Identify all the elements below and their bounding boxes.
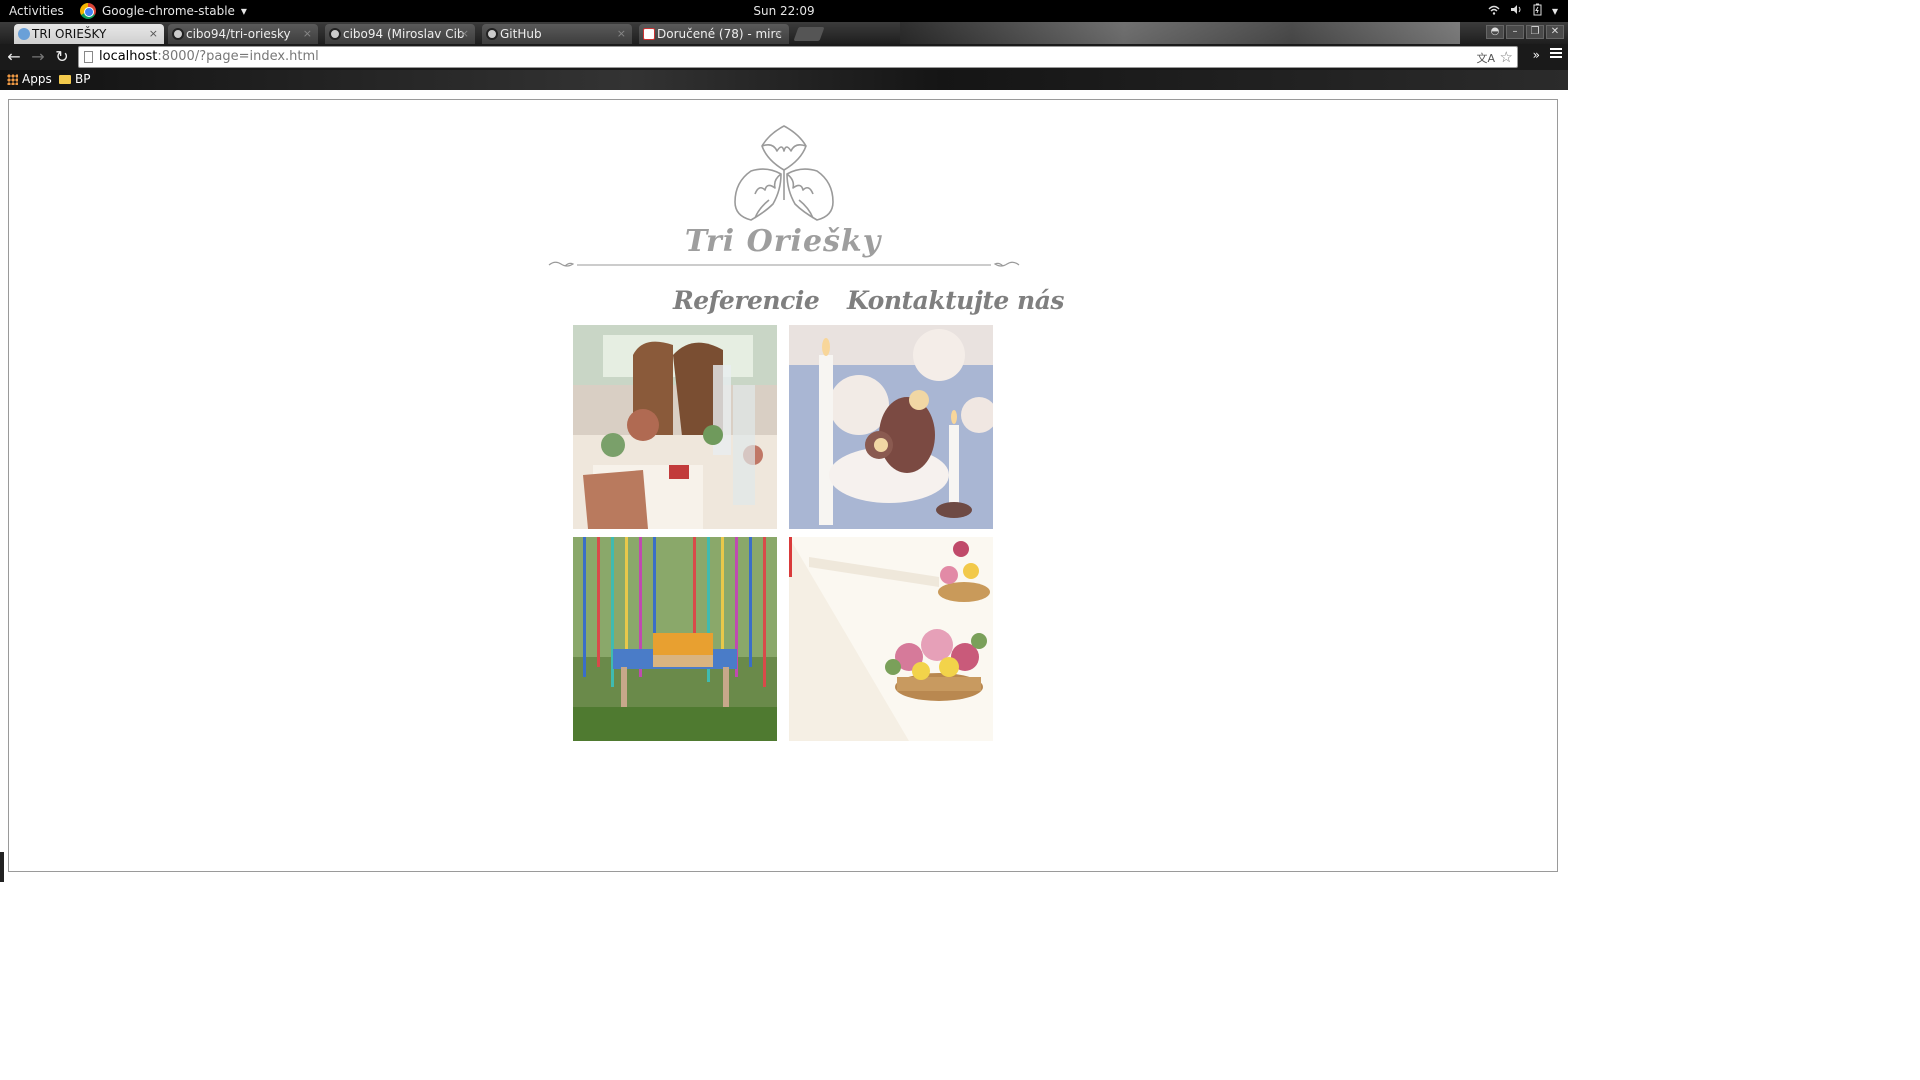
github-icon bbox=[172, 28, 184, 40]
tab-github[interactable]: GitHub × bbox=[482, 24, 632, 44]
gmail-icon bbox=[643, 28, 655, 40]
close-window-button[interactable]: ✕ bbox=[1546, 25, 1564, 39]
tab-tri-oriesky[interactable]: TRI ORIEŠKY × bbox=[14, 24, 164, 44]
forward-button[interactable]: → bbox=[28, 47, 48, 67]
bookmarks-bar: Apps BP bbox=[0, 70, 1568, 90]
reload-button[interactable]: ↻ bbox=[52, 47, 72, 67]
close-tab-icon[interactable]: × bbox=[460, 24, 469, 44]
browser-toolbar: ← → ↻ localhost:8000/?page=index.html 文A… bbox=[0, 44, 1568, 70]
site-title[interactable]: Tri Oriešky bbox=[9, 224, 1557, 259]
tab-title: cibo94/tri-oriesky bbox=[186, 27, 291, 41]
close-tab-icon[interactable]: × bbox=[149, 24, 158, 44]
page-viewport: Tri Oriešky Referencie Kontaktujte nás bbox=[8, 99, 1558, 872]
tab-title: cibo94 (Miroslav Cib bbox=[343, 27, 465, 41]
battery-icon[interactable] bbox=[1533, 3, 1542, 19]
clock[interactable]: Sun 22:09 bbox=[753, 4, 814, 18]
gallery-photo-table-setting[interactable] bbox=[573, 325, 777, 529]
chevron-down-icon[interactable]: ▾ bbox=[1552, 4, 1558, 18]
close-tab-icon[interactable]: × bbox=[774, 24, 783, 44]
chrome-icon bbox=[80, 3, 96, 19]
bookmark-label: BP bbox=[75, 72, 91, 86]
tab-title: TRI ORIEŠKY bbox=[32, 27, 107, 41]
activities-button[interactable]: Activities bbox=[9, 4, 64, 18]
nav-kontakt-link[interactable]: Kontaktujte nás bbox=[847, 286, 1064, 315]
bookmark-label: Apps bbox=[22, 72, 52, 86]
system-tray[interactable]: ▾ bbox=[1488, 3, 1558, 19]
bookmark-apps[interactable]: Apps bbox=[7, 72, 52, 86]
ornamental-divider bbox=[548, 261, 1020, 267]
folder-icon bbox=[59, 74, 71, 84]
apps-grid-icon bbox=[7, 73, 18, 85]
page-icon bbox=[84, 51, 93, 63]
gallery-photo-garden-ribbons[interactable] bbox=[573, 537, 777, 741]
address-bar[interactable]: localhost:8000/?page=index.html 文A ☆ bbox=[78, 46, 1518, 68]
tab-title: GitHub bbox=[500, 27, 542, 41]
close-tab-icon[interactable]: × bbox=[303, 24, 312, 44]
chevron-down-icon: ▾ bbox=[240, 4, 247, 18]
maximize-button[interactable]: ❐ bbox=[1526, 25, 1544, 39]
app-menu-label: Google-chrome-stable bbox=[102, 4, 235, 18]
tab-profile[interactable]: cibo94 (Miroslav Cib × bbox=[325, 24, 475, 44]
tab-repo[interactable]: cibo94/tri-oriesky × bbox=[168, 24, 318, 44]
url-path: :8000/?page=index.html bbox=[157, 49, 319, 64]
tab-strip: TRI ORIEŠKY × cibo94/tri-oriesky × cibo9… bbox=[0, 22, 1568, 44]
system-top-bar: Activities Google-chrome-stable ▾ Sun 22… bbox=[0, 0, 1568, 22]
nav-referencie-link[interactable]: Referencie bbox=[673, 286, 820, 315]
minimize-button[interactable]: – bbox=[1506, 25, 1524, 39]
hazelnut-logo bbox=[729, 124, 839, 228]
gallery-photo-flower-baskets[interactable] bbox=[789, 537, 993, 741]
tab-gmail[interactable]: Doručené (78) - mirc × bbox=[639, 24, 789, 44]
github-icon bbox=[329, 28, 341, 40]
tab-title: Doručené (78) - mirc bbox=[657, 27, 782, 41]
close-tab-icon[interactable]: × bbox=[617, 24, 626, 44]
wifi-icon[interactable] bbox=[1488, 4, 1500, 18]
window-edge bbox=[0, 852, 4, 882]
volume-icon[interactable] bbox=[1510, 4, 1523, 18]
chrome-menu-icon[interactable] bbox=[1550, 48, 1562, 60]
extensions-overflow-button[interactable]: » bbox=[1533, 48, 1540, 62]
app-menu[interactable]: Google-chrome-stable ▾ bbox=[80, 3, 247, 19]
bookmark-star-icon[interactable]: ☆ bbox=[1500, 47, 1513, 67]
new-tab-button[interactable] bbox=[793, 27, 825, 41]
translate-icon[interactable]: 文A bbox=[1476, 49, 1495, 69]
back-button[interactable]: ← bbox=[4, 47, 24, 67]
site-favicon-icon bbox=[18, 28, 30, 40]
github-icon bbox=[486, 28, 498, 40]
profile-icon[interactable]: ◓ bbox=[1486, 25, 1504, 39]
gallery-photo-candles[interactable] bbox=[789, 325, 993, 529]
bookmark-bp[interactable]: BP bbox=[59, 72, 90, 86]
window-controls: ◓ – ❐ ✕ bbox=[1486, 25, 1564, 39]
url-host: localhost bbox=[99, 49, 158, 64]
